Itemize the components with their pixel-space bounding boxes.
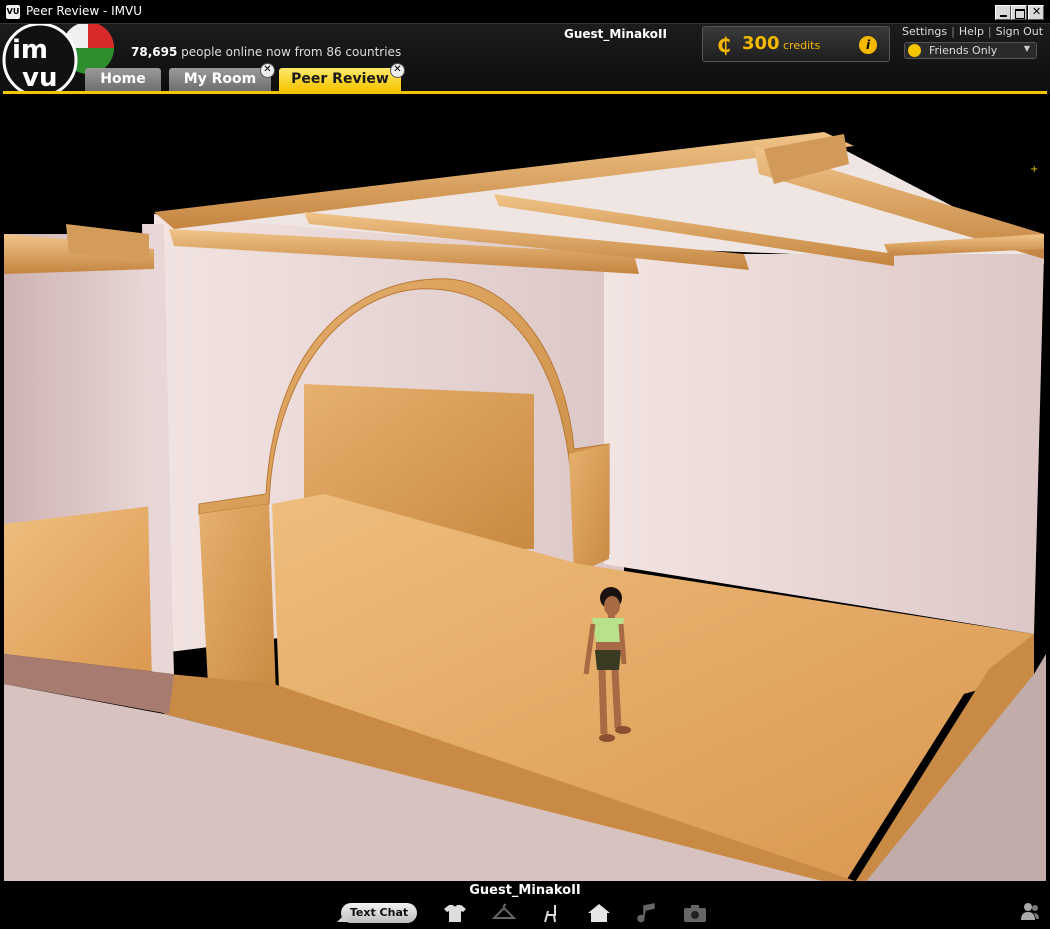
- shirt-icon[interactable]: [443, 903, 467, 923]
- online-count: 78,695: [131, 45, 178, 59]
- maximize-button[interactable]: [1011, 5, 1027, 20]
- credits-panel[interactable]: ₵ 300 credits i: [702, 26, 890, 62]
- svg-text:im: im: [12, 35, 48, 65]
- tab-peer-review-label: Peer Review: [291, 71, 389, 87]
- tab-home-label: Home: [100, 71, 146, 87]
- camera-icon[interactable]: [683, 903, 707, 923]
- top-links: Settings | Help | Sign Out: [902, 25, 1044, 38]
- avatar-name-label: Guest_MinakoII: [469, 883, 581, 898]
- smiley-icon: [908, 44, 921, 57]
- hanger-icon[interactable]: [492, 903, 516, 923]
- username-label: Guest_MinakoII: [564, 27, 667, 41]
- chair-icon[interactable]: [540, 903, 564, 923]
- close-tab-icon[interactable]: ✕: [390, 63, 405, 78]
- online-status-text: 78,695 people online now from 86 countri…: [131, 45, 401, 59]
- credits-amount: 300: [742, 33, 780, 54]
- info-icon[interactable]: i: [859, 36, 877, 54]
- status-dropdown-value: Friends Only: [929, 44, 998, 57]
- room-scene: +: [4, 132, 1046, 881]
- bottom-toolbar: Guest_MinakoII Text Chat: [0, 881, 1050, 929]
- tab-peer-review[interactable]: Peer Review ✕: [279, 63, 405, 91]
- tab-my-room[interactable]: My Room ✕: [169, 63, 275, 91]
- people-icon[interactable]: [1020, 901, 1040, 921]
- close-tab-icon[interactable]: ✕: [260, 63, 275, 78]
- app-icon: VU: [6, 5, 20, 19]
- home-icon[interactable]: [587, 903, 611, 923]
- online-suffix: people online now from 86 countries: [177, 45, 402, 59]
- close-window-button[interactable]: [1028, 5, 1044, 20]
- header: im vu 78,695 people online now from 86 c…: [0, 24, 1050, 94]
- music-icon[interactable]: [636, 903, 660, 923]
- minimize-button[interactable]: [995, 5, 1011, 20]
- sign-out-link[interactable]: Sign Out: [996, 25, 1043, 38]
- tab-home[interactable]: Home: [85, 68, 161, 91]
- tab-my-room-label: My Room: [183, 71, 257, 87]
- chevron-down-icon: ▼: [1023, 44, 1030, 53]
- room-viewport[interactable]: +: [4, 94, 1046, 881]
- svg-text:+: +: [1030, 164, 1038, 175]
- svg-text:vu: vu: [22, 63, 57, 93]
- credits-icon: ₵: [717, 33, 731, 57]
- status-dropdown[interactable]: Friends Only ▼: [904, 42, 1037, 59]
- text-chat-button[interactable]: Text Chat: [337, 903, 417, 923]
- credits-label: credits: [783, 39, 821, 52]
- settings-link[interactable]: Settings: [902, 25, 947, 38]
- help-link[interactable]: Help: [959, 25, 984, 38]
- window-title: Peer Review - IMVU: [26, 4, 142, 18]
- title-bar: VU Peer Review - IMVU: [0, 0, 1050, 24]
